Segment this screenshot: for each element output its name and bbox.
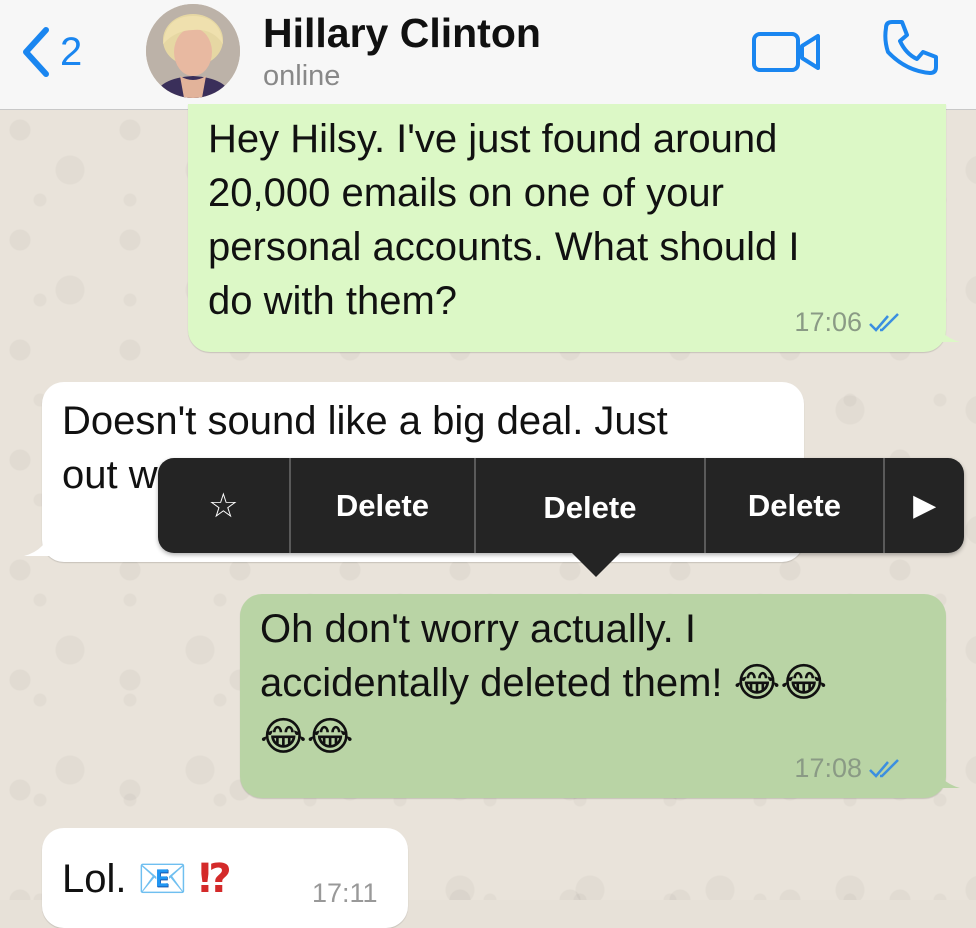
star-icon: ☆: [208, 485, 239, 526]
avatar[interactable]: [146, 4, 240, 98]
delete-menu-item[interactable]: Delete: [291, 458, 475, 553]
message-meta: 17:06: [794, 307, 902, 338]
unread-count: 2: [60, 29, 83, 74]
envelope-emoji: 📧: [137, 856, 188, 902]
more-arrow-button[interactable]: ▶: [885, 458, 964, 553]
message-bubble-outgoing-selected[interactable]: Oh don't worry actually. I accidentally …: [240, 594, 960, 798]
phone-icon: [883, 20, 938, 75]
bubble-tail: [934, 762, 960, 788]
message-line: Oh don't worry actually. I: [260, 607, 696, 651]
message-bubble-outgoing[interactable]: Hey Hilsy. I've just found around 20,000…: [188, 104, 960, 352]
interrobang-emoji: ⁉: [198, 856, 232, 902]
menu-pointer: [572, 553, 620, 577]
play-arrow-icon: ▶: [913, 488, 937, 523]
message-line: personal accounts. What should I: [208, 225, 800, 269]
message-context-menu: ☆ Delete Delete Delete ▶: [158, 458, 964, 553]
read-receipt-icon: [869, 312, 899, 332]
laughing-emoji: 😂😂: [733, 660, 828, 706]
message-line: accidentally deleted them! 😂😂: [260, 660, 828, 706]
chevron-left-icon: [23, 27, 49, 77]
message-time: 17:06: [794, 307, 862, 337]
star-button[interactable]: ☆: [158, 458, 289, 553]
contact-status: online: [263, 60, 341, 92]
avatar-image: [146, 4, 240, 98]
delete-menu-item[interactable]: Delete: [476, 458, 703, 553]
delete-menu-item[interactable]: Delete: [706, 458, 884, 553]
message-line: Doesn't sound like a big deal. Just: [62, 399, 668, 443]
message-time: 17:08: [794, 753, 862, 783]
bubble-tail: [24, 530, 50, 556]
message-line: 20,000 emails on one of your: [208, 171, 724, 215]
message-meta: 17:08: [794, 753, 902, 784]
back-button[interactable]: 2: [18, 22, 82, 82]
contact-name[interactable]: Hillary Clinton: [263, 10, 541, 57]
message-line: Hey Hilsy. I've just found around: [208, 117, 778, 161]
voice-call-button[interactable]: [880, 16, 942, 78]
chat-header: 2 Hillary Clinton online: [0, 0, 976, 110]
message-time: 17:11: [312, 878, 378, 908]
video-camera-icon: [752, 32, 820, 72]
bubble-tail: [934, 316, 960, 342]
read-receipt-icon: [869, 758, 899, 778]
message-bubble-incoming[interactable]: Lol. 📧 ⁉ 17:11: [42, 828, 408, 928]
video-call-button[interactable]: [752, 30, 822, 74]
